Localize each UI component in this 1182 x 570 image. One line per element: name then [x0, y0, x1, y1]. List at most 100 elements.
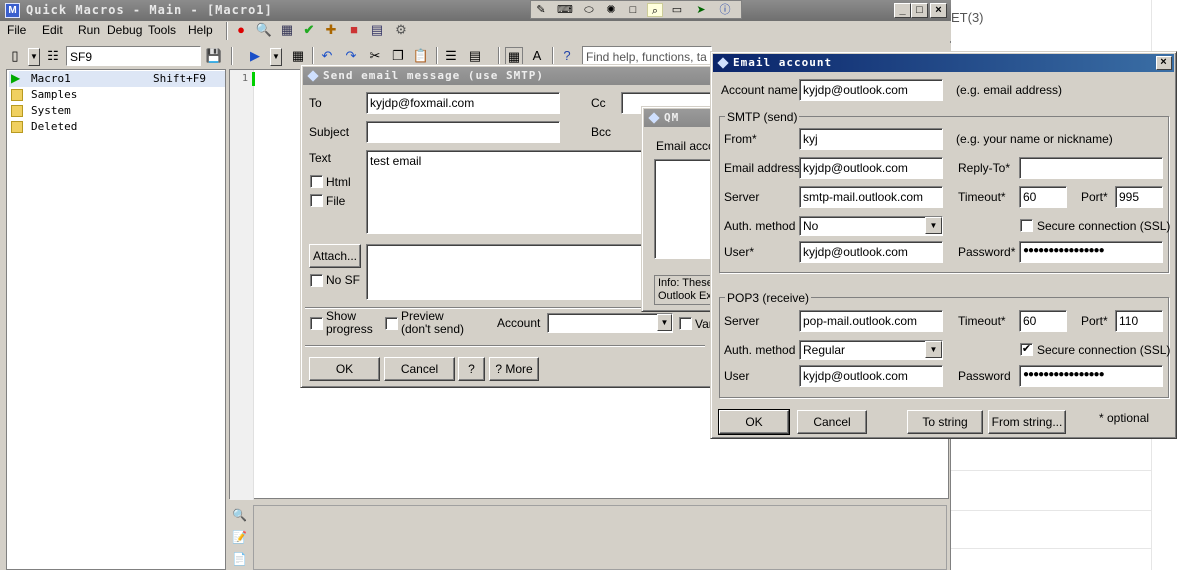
cut-icon[interactable]: ✂ — [366, 47, 384, 65]
run-dropdown[interactable]: ▼ — [270, 48, 282, 66]
close-button[interactable]: × — [930, 3, 947, 18]
tree-item-samples[interactable]: Samples — [9, 87, 225, 103]
send-ok-button[interactable]: OK — [309, 357, 380, 381]
output-panel: 🔍 📝 📄 — [229, 502, 949, 570]
html-checkbox[interactable] — [310, 175, 323, 188]
file-checkbox[interactable] — [310, 194, 323, 207]
tag-icon[interactable]: ⬭ — [581, 3, 597, 17]
image-icon[interactable]: ▭ — [669, 3, 685, 17]
send-more-button[interactable]: ? More — [489, 357, 539, 381]
pop-timeout-input[interactable]: 60 — [1019, 310, 1067, 332]
to-input[interactable]: kyjdp@foxmail.com — [366, 92, 560, 114]
send-help-button[interactable]: ? — [458, 357, 485, 381]
qm-email-title-bar[interactable]: QM Email — [644, 109, 720, 127]
spinner-icon[interactable]: ✺ — [603, 3, 619, 17]
send-cancel-button[interactable]: Cancel — [384, 357, 455, 381]
cursor-icon[interactable]: ➤ — [693, 3, 709, 17]
menu-run[interactable]: Run — [78, 23, 100, 37]
colors-icon[interactable]: ■ — [345, 21, 363, 39]
from-string-button[interactable]: From string... — [988, 410, 1066, 434]
new-dropdown[interactable]: ▼ — [28, 48, 40, 66]
settings-icon[interactable]: ⚙ — [392, 21, 410, 39]
pop-auth-select[interactable]: Regular — [799, 340, 943, 360]
var-checkbox[interactable] — [679, 317, 692, 330]
tips-icon[interactable]: 📄 — [232, 552, 248, 568]
attach-list[interactable] — [366, 244, 646, 300]
tree-item-deleted[interactable]: Deleted — [9, 119, 225, 135]
puzzle-icon[interactable]: ✚ — [322, 21, 340, 39]
find-icon[interactable]: 🔍 — [255, 21, 273, 39]
smtp-port-input[interactable]: 995 — [1115, 186, 1163, 208]
smtp-user-input[interactable]: kyjdp@outlook.com — [799, 241, 943, 263]
properties-icon[interactable]: ☷ — [44, 47, 62, 65]
account-ok-button[interactable]: OK — [718, 409, 790, 435]
help-icon[interactable]: ? — [558, 47, 576, 65]
notes-icon[interactable]: 📝 — [232, 530, 248, 546]
pop-port-input[interactable]: 110 — [1115, 310, 1163, 332]
main-title-bar[interactable]: M Quick Macros - Main - [Macro1] _ □ × — [0, 0, 951, 21]
dialog-icon[interactable]: ▤ — [368, 21, 386, 39]
attach-button[interactable]: Attach... — [309, 244, 361, 268]
maximize-button[interactable]: □ — [911, 3, 928, 18]
pop-user-input[interactable]: kyjdp@outlook.com — [799, 365, 943, 387]
calendar-icon[interactable]: ▦ — [289, 47, 307, 65]
pen-icon[interactable]: ✎ — [533, 3, 549, 17]
tools-icon[interactable]: ▤ — [466, 47, 484, 65]
grid-icon[interactable]: ▦ — [505, 47, 523, 65]
smtp-server-input[interactable]: smtp-mail.outlook.com — [799, 186, 943, 208]
pop-ssl-checkbox[interactable]: ✔ — [1020, 343, 1033, 356]
find-output-icon[interactable]: 🔍 — [232, 508, 248, 524]
text-format-icon[interactable]: A — [528, 47, 546, 65]
output-pane[interactable] — [253, 505, 947, 570]
menu-debug[interactable]: Debug — [107, 23, 142, 37]
check-icon[interactable]: ✔ — [300, 21, 318, 39]
preview-checkbox[interactable] — [385, 317, 398, 330]
macro-combo[interactable]: SF9 — [66, 46, 201, 66]
smtp-timeout-input[interactable]: 60 — [1019, 186, 1067, 208]
pop-server-input[interactable]: pop-mail.outlook.com — [799, 310, 943, 332]
info-icon[interactable]: ⓘ — [717, 3, 733, 17]
zoom-icon[interactable]: ⌕ — [647, 3, 663, 17]
pop-password-input[interactable]: ●●●●●●●●●●●●●●●● — [1019, 365, 1163, 387]
reply-to-input[interactable] — [1019, 157, 1163, 179]
menu-edit[interactable]: Edit — [42, 23, 63, 37]
pop-auth-dropdown-button[interactable]: ▼ — [925, 341, 942, 358]
undo-icon[interactable]: ↶ — [318, 47, 336, 65]
help-search-input[interactable]: Find help, functions, ta — [582, 46, 712, 66]
redo-icon[interactable]: ↷ — [342, 47, 360, 65]
email-address-input[interactable]: kyjdp@outlook.com — [799, 157, 943, 179]
run-icon[interactable]: ▶ — [246, 47, 264, 65]
paste-icon[interactable]: 📋 — [412, 47, 430, 65]
email-account-close-button[interactable]: × — [1156, 56, 1172, 70]
to-string-button[interactable]: To string — [907, 410, 983, 434]
subject-input[interactable] — [366, 121, 560, 143]
menu-tools[interactable]: Tools — [148, 23, 176, 37]
smtp-auth-dropdown-button[interactable]: ▼ — [925, 217, 942, 234]
account-name-input[interactable]: kyjdp@outlook.com — [799, 79, 943, 101]
smtp-auth-select[interactable]: No — [799, 216, 943, 236]
new-document-icon[interactable]: ▯ — [6, 47, 24, 65]
show-progress-checkbox[interactable] — [310, 317, 323, 330]
from-input[interactable]: kyj — [799, 128, 943, 150]
copy-icon[interactable]: ❐ — [389, 47, 407, 65]
text-input[interactable]: test email — [366, 150, 646, 234]
send-email-title-bar[interactable]: Send email message (use SMTP) — [303, 67, 717, 85]
smtp-ssl-checkbox[interactable] — [1020, 219, 1033, 232]
account-cancel-button[interactable]: Cancel — [797, 410, 867, 434]
list-icon[interactable]: ☰ — [442, 47, 460, 65]
account-combo[interactable] — [547, 313, 673, 333]
email-account-title-bar[interactable]: Email account × — [713, 54, 1174, 72]
tree-item-macro1[interactable]: ▶ Macro1 Shift+F9 — [9, 71, 225, 87]
account-dropdown-button[interactable]: ▼ — [657, 314, 672, 331]
record-icon[interactable]: ● — [232, 21, 250, 39]
menu-file[interactable]: File — [7, 23, 26, 37]
save-icon[interactable]: 💾 — [205, 47, 223, 65]
window-frame-icon[interactable]: □ — [625, 3, 641, 17]
keyboard-icon[interactable]: ⌨ — [557, 3, 573, 17]
window-icon[interactable]: ▦ — [278, 21, 296, 39]
menu-help[interactable]: Help — [188, 23, 213, 37]
smtp-password-input[interactable]: ●●●●●●●●●●●●●●●● — [1019, 241, 1163, 263]
nosf-checkbox[interactable] — [310, 274, 323, 287]
minimize-button[interactable]: _ — [894, 3, 911, 18]
tree-item-system[interactable]: System — [9, 103, 225, 119]
